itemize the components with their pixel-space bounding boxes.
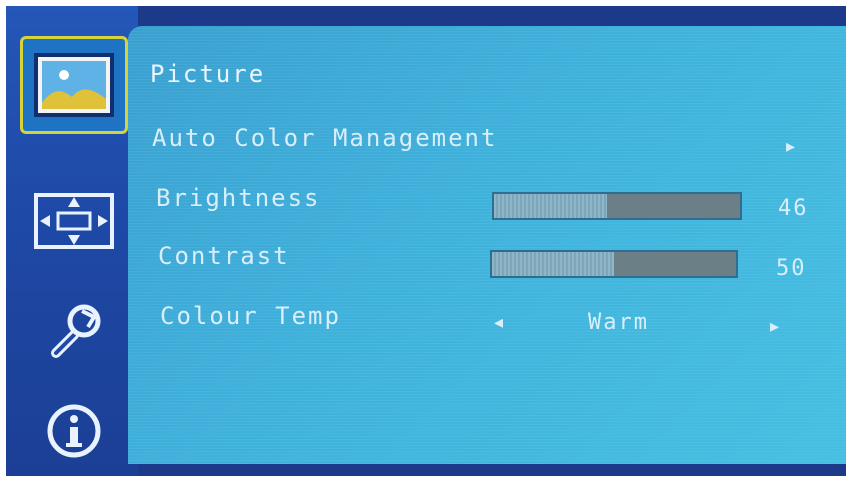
colour-temp-value: Warm <box>588 310 649 335</box>
chevron-left-icon[interactable]: ◂ <box>494 312 503 333</box>
page-title: Picture <box>150 60 266 88</box>
sidebar-item-picture[interactable] <box>20 36 128 134</box>
contrast-slider-fill <box>492 252 614 276</box>
menu-item-auto-color-management[interactable]: Auto Color Management <box>152 124 497 152</box>
sidebar-item-screen-position[interactable] <box>20 172 128 270</box>
menu-item-contrast[interactable]: Contrast <box>158 242 290 270</box>
brightness-slider-fill <box>494 194 608 218</box>
menu-item-brightness[interactable]: Brightness <box>156 184 321 212</box>
contrast-slider[interactable] <box>490 250 738 278</box>
brightness-slider[interactable] <box>492 192 742 220</box>
menu-item-colour-temp[interactable]: Colour Temp <box>160 302 341 330</box>
brightness-value: 46 <box>778 196 809 221</box>
photo-border <box>0 476 846 488</box>
sidebar-item-settings[interactable] <box>20 280 128 378</box>
settings-wrench-icon <box>51 304 101 358</box>
picture-icon <box>34 53 114 117</box>
info-icon <box>47 404 101 458</box>
chevron-right-icon[interactable]: ▸ <box>786 136 795 157</box>
osd-sidebar <box>6 6 138 476</box>
monitor-osd-photo: Picture Auto Color Management ▸ Brightne… <box>0 0 846 488</box>
contrast-value: 50 <box>776 256 807 281</box>
sidebar-item-info[interactable] <box>20 382 128 480</box>
chevron-right-icon[interactable]: ▸ <box>770 316 779 337</box>
screen-position-icon <box>34 193 114 249</box>
